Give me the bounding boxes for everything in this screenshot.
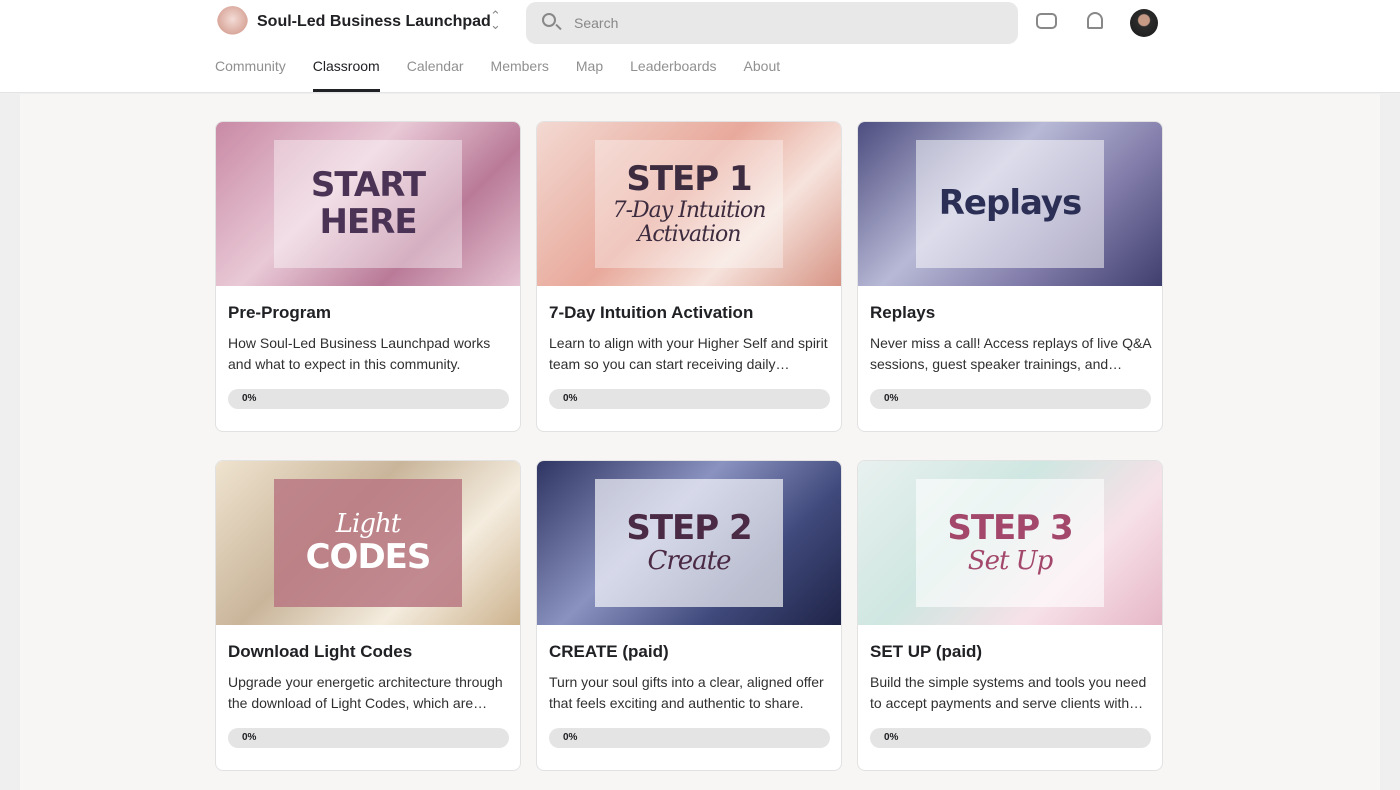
progress-bar: 0% [549,389,830,409]
course-description: How Soul-Led Business Launchpad works an… [228,335,491,372]
thumbnail-subtitle: Create [647,546,731,577]
thumbnail-plate: STEP 3 Set Up [915,479,1105,607]
course-thumbnail[interactable]: STEP 1 7-Day Intuition Activation [537,122,841,286]
nav-tabs: Community Classroom Calendar Members Map… [215,58,807,92]
notifications-bell-icon[interactable] [1087,12,1103,29]
course-card[interactable]: STEP 2 Create CREATE (paid) Turn your sou… [536,460,842,771]
user-avatar[interactable] [1130,9,1158,37]
top-header: Soul-Led Business Launchpad ⌃⌄ Community… [0,0,1400,93]
progress-label: 0% [242,393,257,404]
search-input[interactable] [574,2,994,44]
progress-bar: 0% [870,728,1151,748]
course-description: Build the simple systems and tools you n… [870,674,1147,711]
thumbnail-title: STEP 1 [626,159,752,200]
community-logo[interactable] [217,6,248,39]
course-thumbnail[interactable]: Light CODES [216,461,520,625]
thumbnail-plate: STEP 2 Create [594,479,784,607]
thumbnail-subtitle: Light [335,509,401,539]
course-card[interactable]: STEP 1 7-Day Intuition Activation 7-Day I… [536,121,842,432]
course-thumbnail[interactable]: STEP 3 Set Up [858,461,1162,625]
progress-bar: 0% [549,728,830,748]
course-title[interactable]: SET UP (paid) [870,642,982,662]
course-description: Never miss a call! Access replays of liv… [870,335,1151,372]
course-title[interactable]: Replays [870,303,935,323]
progress-label: 0% [242,732,257,743]
course-description: Upgrade your energetic architecture thro… [228,674,503,711]
progress-label: 0% [563,393,578,404]
search-bar[interactable] [526,2,1018,44]
course-thumbnail[interactable]: STEP 2 Create [537,461,841,625]
progress-bar: 0% [870,389,1151,409]
community-name[interactable]: Soul-Led Business Launchpad [257,13,491,31]
tab-classroom[interactable]: Classroom [312,58,380,92]
thumbnail-subtitle: Set Up [967,546,1053,577]
course-card[interactable]: Replays Replays Never miss a call! Acces… [857,121,1163,432]
course-thumbnail[interactable]: Replays [858,122,1162,286]
course-title[interactable]: Pre-Program [228,303,331,323]
progress-bar: 0% [228,389,509,409]
progress-label: 0% [884,732,899,743]
thumbnail-plate: Light CODES [273,479,463,607]
tab-calendar[interactable]: Calendar [407,58,464,92]
course-card[interactable]: STEP 3 Set Up SET UP (paid) Build the sim… [857,460,1163,771]
thumbnail-subtitle: 7-Day Intuition Activation [612,197,767,247]
course-card[interactable]: Light CODES Download Light Codes Upgrade … [215,460,521,771]
thumbnail-title: STEP 2 [626,508,752,548]
thumbnail-plate: STEP 1 7-Day Intuition Activation [594,140,784,268]
thumbnail-title: STEP 3 [947,508,1073,548]
tab-leaderboards[interactable]: Leaderboards [630,58,716,92]
tab-members[interactable]: Members [491,58,549,92]
progress-label: 0% [884,393,899,404]
tab-about[interactable]: About [744,58,781,92]
progress-label: 0% [563,732,578,743]
tab-community[interactable]: Community [215,58,286,92]
course-card[interactable]: START HERE Pre-Program How Soul-Led Busi… [215,121,521,432]
chat-icon[interactable] [1036,13,1057,29]
search-icon [542,13,556,27]
course-title[interactable]: CREATE (paid) [549,642,669,662]
thumbnail-title: Replays [938,183,1083,224]
community-switcher-icon[interactable]: ⌃ ⌄ [490,9,501,31]
thumbnail-plate: START HERE [273,140,463,268]
course-title[interactable]: 7-Day Intuition Activation [549,303,753,323]
course-description: Learn to align with your Higher Self and… [549,335,828,372]
thumbnail-title: START HERE [310,164,426,242]
course-title[interactable]: Download Light Codes [228,642,412,662]
thumbnail-title: CODES [305,536,432,577]
course-thumbnail[interactable]: START HERE [216,122,520,286]
course-description: Turn your soul gifts into a clear, align… [549,674,824,711]
tab-map[interactable]: Map [576,58,603,92]
thumbnail-plate: Replays [915,140,1105,268]
progress-bar: 0% [228,728,509,748]
